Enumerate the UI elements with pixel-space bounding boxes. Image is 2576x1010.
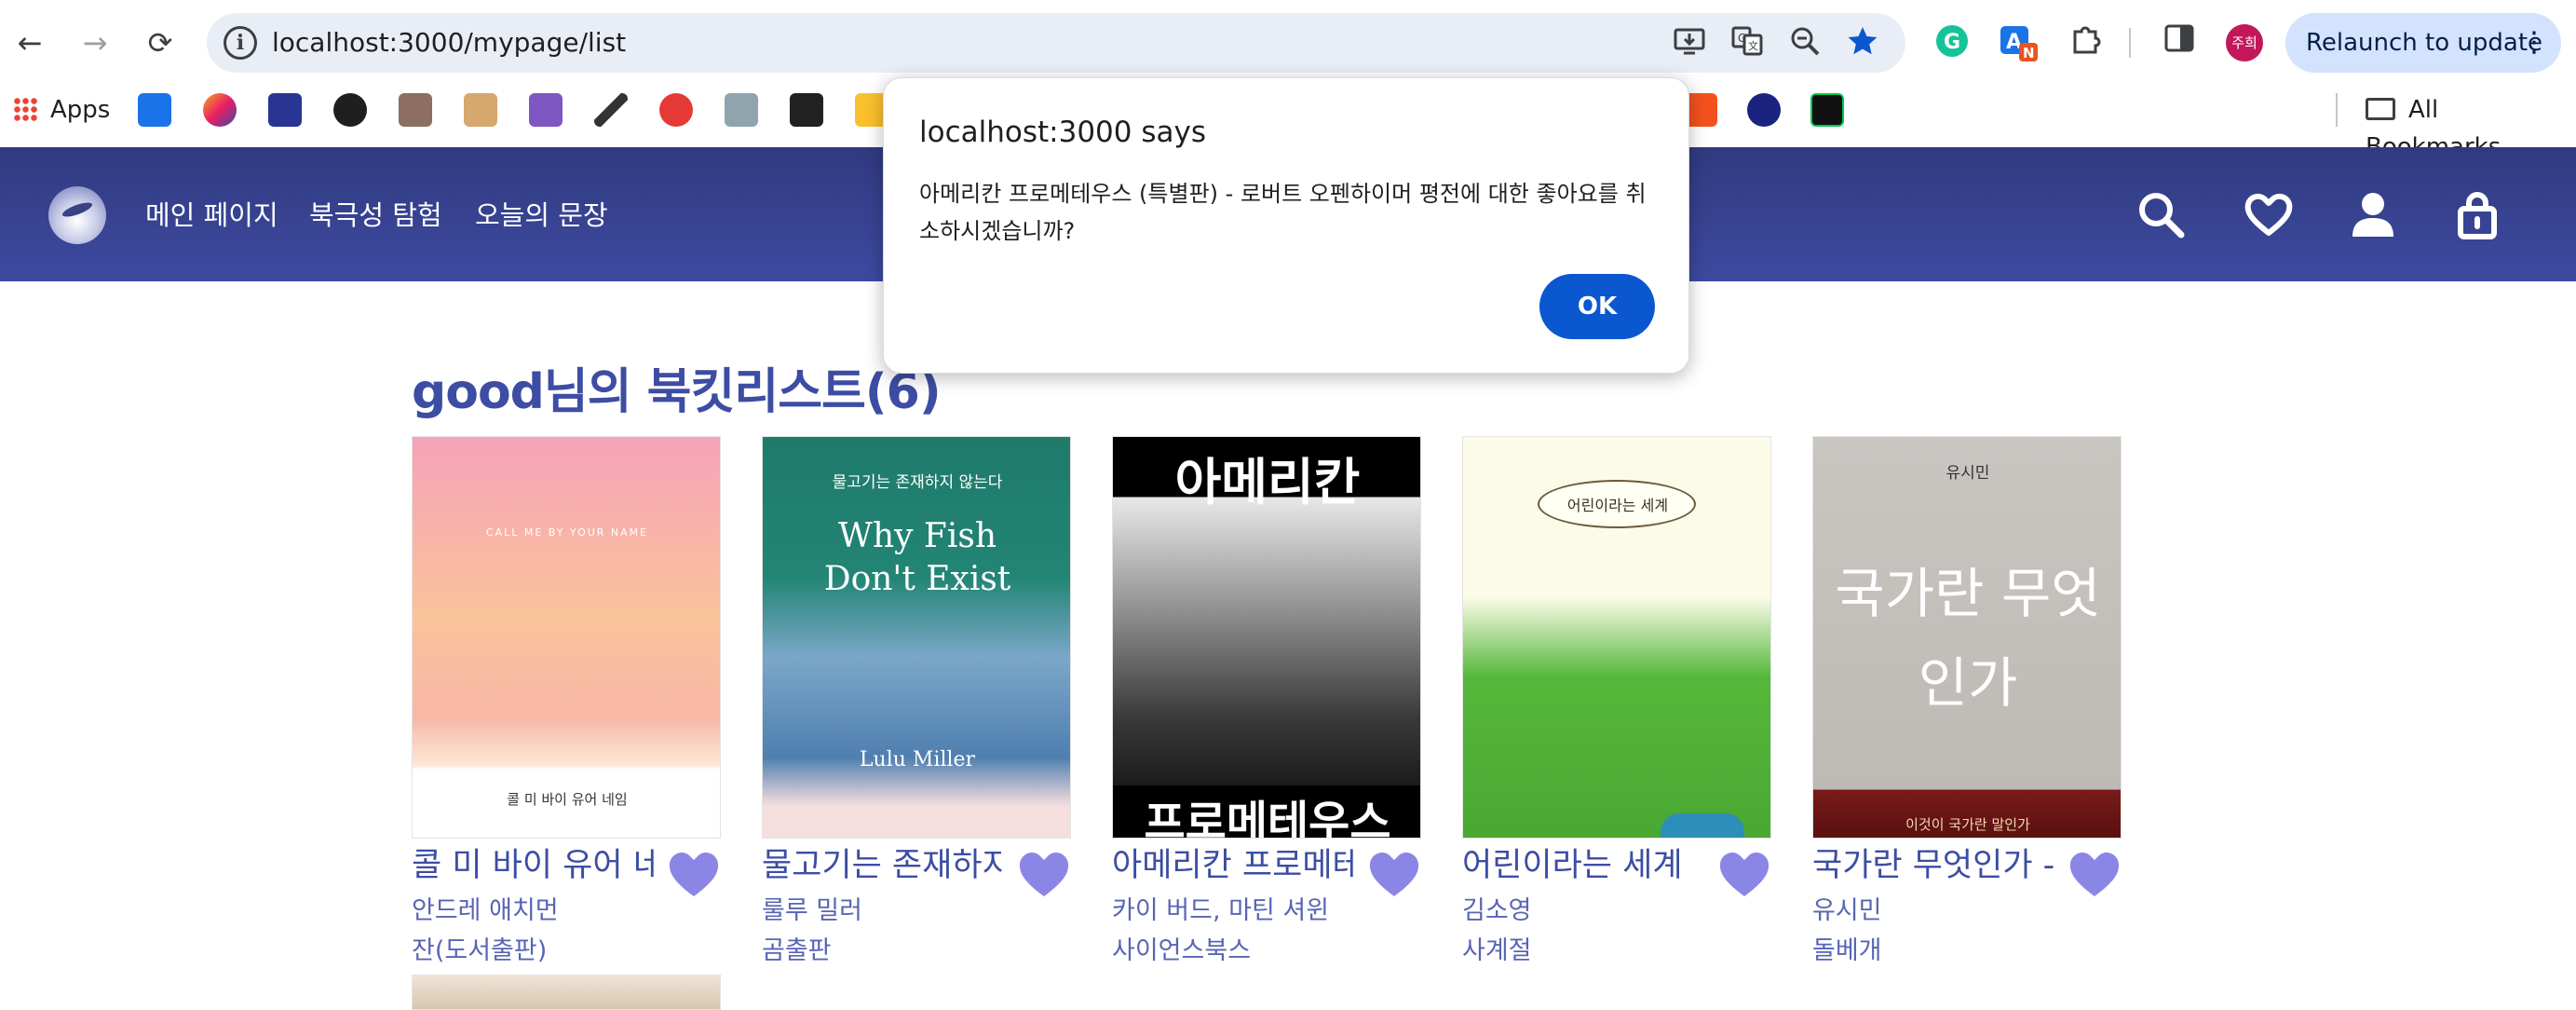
bookmark-hand-icon[interactable] bbox=[203, 93, 237, 127]
book-publisher: 곰출판 bbox=[762, 936, 832, 965]
dialog-message: 아메리칸 프로메테우스 (특별판) - 로버트 오펜하이머 평전에 대한 좋아요… bbox=[919, 181, 1647, 244]
ok-button[interactable]: OK bbox=[1539, 274, 1655, 339]
bookmark-github-icon[interactable] bbox=[333, 93, 367, 127]
bookmark-separator bbox=[2336, 93, 2338, 127]
book-publisher: 잔(도서출판) bbox=[412, 936, 548, 965]
bag-icon[interactable] bbox=[2451, 188, 2503, 240]
back-icon[interactable]: ← bbox=[6, 19, 54, 67]
translate-icon[interactable]: G文 bbox=[1729, 24, 1766, 61]
book-author: 김소영 bbox=[1462, 896, 1532, 925]
bookmark-abcd-icon[interactable] bbox=[725, 93, 758, 127]
reload-icon[interactable]: ⟳ bbox=[136, 19, 184, 67]
bookmark-castle-icon[interactable] bbox=[529, 93, 563, 127]
book-author: 유시민 bbox=[1812, 896, 1882, 925]
address-bar[interactable]: i localhost:3000/mypage/list G文 bbox=[207, 13, 1905, 73]
svg-text:G: G bbox=[1738, 32, 1746, 45]
install-app-icon[interactable] bbox=[1671, 24, 1708, 61]
bookmark-s-icon[interactable] bbox=[1747, 93, 1781, 127]
extensions-puzzle-icon[interactable] bbox=[2066, 22, 2107, 63]
book-title[interactable]: 콜 미 바이 유어 네임 bbox=[412, 842, 654, 889]
book-title[interactable]: 아메리칸 프로메테우스 bbox=[1112, 842, 1354, 889]
cover-title: 콜 미 바이 유어 네임 bbox=[507, 791, 628, 808]
dialog-title: localhost:3000 says bbox=[919, 116, 1206, 149]
like-heart-icon[interactable] bbox=[2068, 848, 2122, 898]
book-cover[interactable]: 어린이라는 세계 bbox=[1462, 436, 1771, 839]
bookmark-house-icon[interactable] bbox=[399, 93, 432, 127]
site-info-icon[interactable]: i bbox=[224, 26, 257, 60]
cover-author: Lulu Miller bbox=[859, 748, 976, 771]
cover-author: 유시민 bbox=[1946, 464, 1990, 483]
book-cover[interactable]: CALL ME BY YOUR NAME 콜 미 바이 유어 네임 bbox=[412, 436, 721, 839]
alert-dialog: localhost:3000 says 아메리칸 프로메테우스 (특별판) - … bbox=[883, 77, 1689, 374]
profile-avatar[interactable]: 주희 bbox=[2226, 24, 2263, 61]
relaunch-label: Relaunch to update bbox=[2306, 29, 2543, 57]
bookmark-site-icon[interactable] bbox=[268, 93, 302, 127]
folder-icon bbox=[2366, 98, 2395, 120]
book-title[interactable]: 국가란 무엇인가 - 개정신판 bbox=[1812, 842, 2054, 889]
apps-grid-icon bbox=[13, 97, 37, 121]
book-author: 룰루 밀러 bbox=[762, 896, 862, 925]
side-panel-icon[interactable] bbox=[2159, 22, 2200, 63]
nav-main-page[interactable]: 메인 페이지 bbox=[145, 192, 278, 239]
bookmark-apps[interactable]: Apps bbox=[13, 91, 110, 129]
browser-toolbar: ← → ⟳ i localhost:3000/mypage/list G文 G … bbox=[0, 0, 2576, 86]
book-cover[interactable]: 아메리칸 프로메테우스 bbox=[1112, 436, 1421, 839]
cover-subtitle: 이것이 국가란 말인가 bbox=[1905, 816, 2030, 833]
svg-text:G: G bbox=[1944, 31, 1960, 54]
bookmark-terminal-icon[interactable] bbox=[1810, 93, 1844, 127]
cover-title: 아메리칸 bbox=[1174, 453, 1361, 512]
svg-text:N: N bbox=[2023, 45, 2035, 61]
book-publisher: 사계절 bbox=[1462, 936, 1532, 965]
page-title: good님의 북킷리스트(6) bbox=[412, 364, 942, 420]
bookmark-star-icon[interactable] bbox=[1844, 24, 1881, 61]
cover-subtitle: 물고기는 존재하지 않는다 bbox=[832, 473, 1003, 492]
like-heart-icon[interactable] bbox=[1017, 848, 1071, 898]
nav-today-sentence[interactable]: 오늘의 문장 bbox=[475, 192, 608, 239]
book-cover[interactable]: 물고기는 존재하지 않는다 Why Fish Don't Exist Lulu … bbox=[762, 436, 1071, 839]
cover-title: 어린이라는 세계 bbox=[1566, 497, 1669, 514]
cover-subtitle: CALL ME BY YOUR NAME bbox=[485, 526, 649, 539]
book-author: 카이 버드, 마틴 셔윈 bbox=[1112, 896, 1330, 925]
search-icon[interactable] bbox=[2135, 188, 2187, 240]
svg-text:文: 文 bbox=[1748, 39, 1758, 52]
like-heart-icon[interactable] bbox=[1367, 848, 1421, 898]
cover-badge bbox=[1661, 813, 1744, 838]
zoom-icon[interactable] bbox=[1786, 24, 1824, 61]
forward-icon[interactable]: → bbox=[71, 19, 119, 67]
book-cover-partial[interactable] bbox=[412, 975, 721, 1010]
like-heart-icon[interactable] bbox=[1717, 848, 1771, 898]
bookmark-contact-icon[interactable] bbox=[790, 93, 823, 127]
cover-title: Why Fish Don't Exist bbox=[823, 517, 1011, 598]
translator-extension-icon[interactable]: AN bbox=[1999, 22, 2040, 63]
bookmark-box-icon[interactable] bbox=[464, 93, 497, 127]
grammarly-extension-icon[interactable]: G bbox=[1932, 22, 1973, 63]
relaunch-button[interactable]: Relaunch to update ⋮ bbox=[2285, 13, 2561, 73]
book-publisher: 돌베개 bbox=[1812, 936, 1882, 965]
cover-title: 국가란 무엇인가 bbox=[1835, 562, 2101, 715]
url-text[interactable]: localhost:3000/mypage/list bbox=[272, 26, 626, 60]
site-logo[interactable] bbox=[48, 186, 106, 244]
book-publisher: 사이언스북스 bbox=[1112, 936, 1252, 965]
book-author: 안드레 애치먼 bbox=[412, 896, 559, 925]
nav-north-star[interactable]: 북극성 탐험 bbox=[309, 192, 442, 239]
bookmark-confluence-icon[interactable] bbox=[138, 93, 171, 127]
bookmark-pen-icon[interactable] bbox=[594, 93, 628, 127]
like-heart-icon[interactable] bbox=[667, 848, 721, 898]
bookmark-t-icon[interactable] bbox=[659, 93, 693, 127]
menu-dots-icon[interactable]: ⋮ bbox=[2520, 13, 2548, 73]
heart-icon[interactable] bbox=[2243, 188, 2295, 240]
book-cover[interactable]: 유시민 국가란 무엇인가 이것이 국가란 말인가 bbox=[1812, 436, 2122, 839]
book-title[interactable]: 물고기는 존재하지 않는다 bbox=[762, 842, 1004, 889]
user-icon[interactable] bbox=[2347, 188, 2399, 240]
book-title[interactable]: 어린이라는 세계 bbox=[1462, 842, 1704, 889]
apps-label: Apps bbox=[50, 96, 111, 124]
cover-subtitle: 프로메테우스 bbox=[1144, 797, 1391, 839]
toolbar-separator bbox=[2129, 28, 2131, 58]
